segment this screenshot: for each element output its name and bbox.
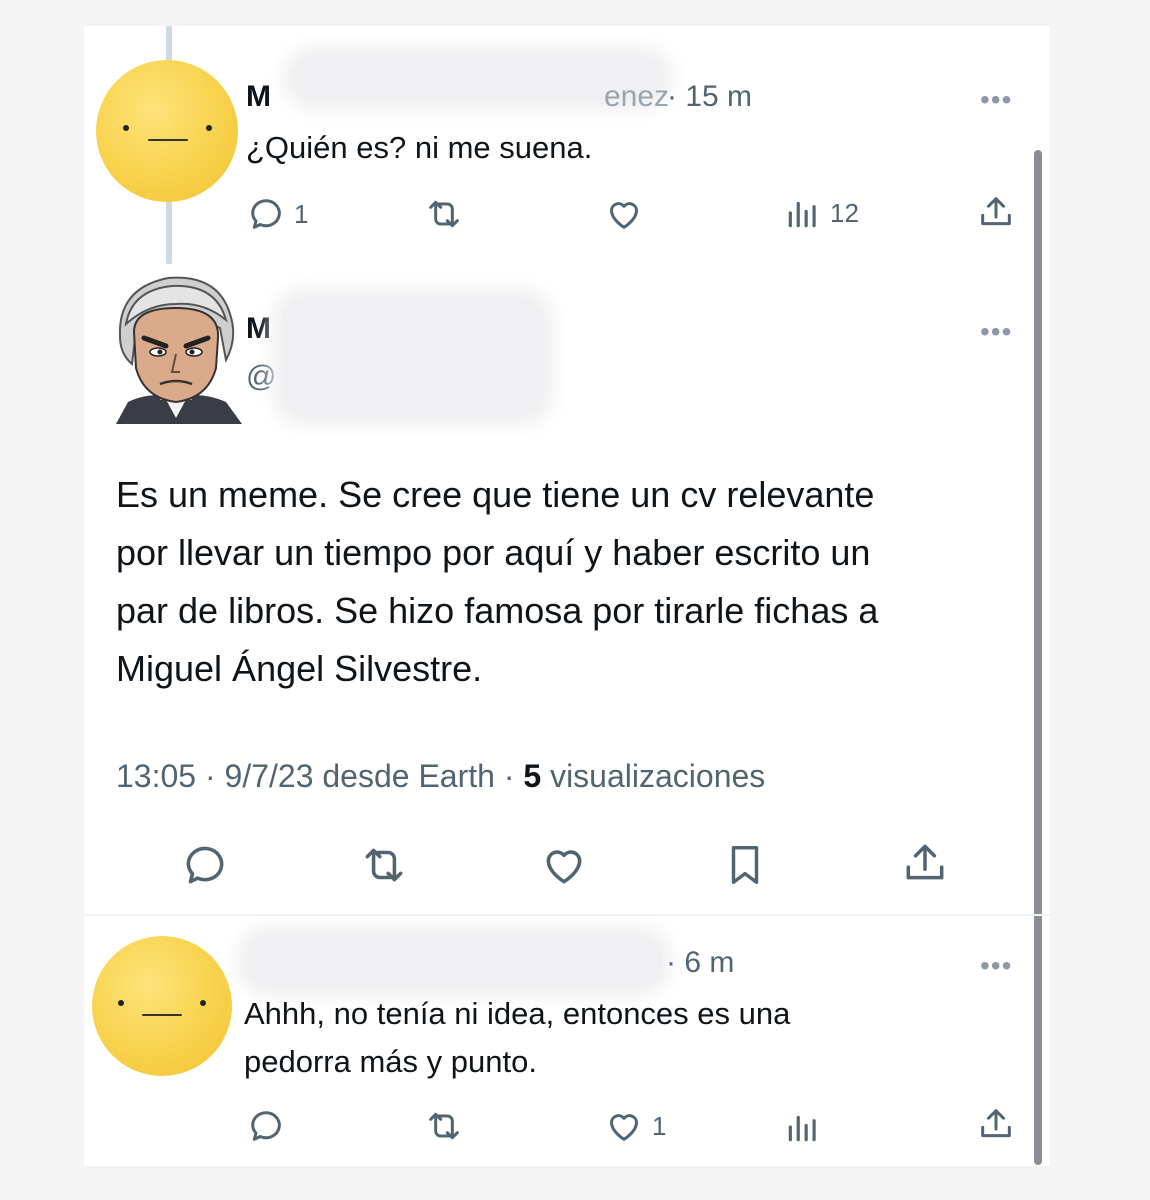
reply-button[interactable]: 1	[246, 194, 308, 234]
like-button[interactable]	[538, 840, 590, 890]
bookmark-button[interactable]	[722, 840, 768, 890]
post-time[interactable]: · 15 m	[667, 80, 752, 114]
reply-text-line: pedorra más y punto.	[244, 1044, 537, 1079]
avatar[interactable]	[96, 60, 238, 202]
tweet-time[interactable]: 13:05 · 9/7/23 desde Earth ·	[116, 758, 523, 794]
tweet-text-line: por llevar un tiempo por aquí y haber es…	[116, 532, 871, 573]
thread-connector	[166, 200, 172, 264]
tweet-text-line: par de libros. Se hizo famosa por tirarl…	[116, 590, 879, 631]
like-icon	[604, 1106, 644, 1146]
bookmark-icon	[722, 840, 768, 890]
thread-connector-top	[166, 26, 172, 62]
author-handle[interactable]: @	[246, 360, 276, 394]
avatar[interactable]	[108, 268, 244, 424]
author-name[interactable]: M	[246, 312, 271, 346]
views-count: 12	[830, 197, 859, 228]
share-button[interactable]	[900, 838, 950, 888]
views-button[interactable]: 12	[784, 194, 859, 232]
retweet-button[interactable]	[422, 1106, 466, 1146]
reply-icon	[246, 194, 286, 234]
retweet-icon	[422, 194, 466, 234]
more-icon[interactable]: •••	[980, 950, 1012, 982]
like-icon	[538, 840, 590, 890]
like-count: 1	[652, 1110, 667, 1141]
tweet-text-line: Miguel Ángel Silvestre.	[116, 648, 483, 689]
retweet-icon	[422, 1106, 466, 1146]
avatar[interactable]	[92, 936, 232, 1076]
views-icon	[784, 194, 822, 232]
redacted-author	[246, 936, 662, 986]
reply-icon	[246, 1106, 286, 1146]
divider	[84, 914, 1050, 916]
more-icon[interactable]: •••	[980, 84, 1012, 116]
like-icon	[604, 194, 644, 234]
like-button[interactable]: 1	[604, 1106, 666, 1146]
views-label: visualizaciones	[541, 758, 766, 794]
share-icon	[976, 192, 1016, 232]
tweet-text-line: Es un meme. Se cree que tiene un cv rele…	[116, 474, 875, 515]
like-button[interactable]	[604, 194, 644, 234]
author-name[interactable]: M	[246, 80, 271, 114]
share-icon	[976, 1104, 1016, 1144]
retweet-button[interactable]	[422, 194, 466, 234]
retweet-icon	[356, 840, 412, 890]
reply-button[interactable]	[180, 840, 230, 890]
views-button[interactable]	[784, 1108, 822, 1146]
more-icon[interactable]: •••	[980, 316, 1012, 348]
author-name-tail: enez	[604, 80, 670, 113]
retweet-button[interactable]	[356, 840, 412, 890]
views-count: 5	[523, 758, 542, 794]
tweet-timestamp: 13:05 · 9/7/23 desde Earth · 5 visualiza…	[116, 758, 765, 795]
reply-text-line: Ahhh, no tenía ni idea, entonces es una	[244, 996, 791, 1031]
post-time[interactable]: · 6 m	[666, 946, 734, 980]
share-button[interactable]	[976, 1104, 1016, 1144]
views-icon	[784, 1108, 822, 1146]
reply-count: 1	[294, 198, 309, 229]
reply-icon	[180, 840, 230, 890]
share-icon	[900, 838, 950, 888]
share-button[interactable]	[976, 192, 1016, 232]
scrollbar[interactable]	[1034, 150, 1042, 1165]
reply-button[interactable]	[246, 1106, 286, 1146]
reply-text: ¿Quién es? ni me suena.	[246, 130, 593, 165]
redacted-author	[282, 298, 544, 416]
